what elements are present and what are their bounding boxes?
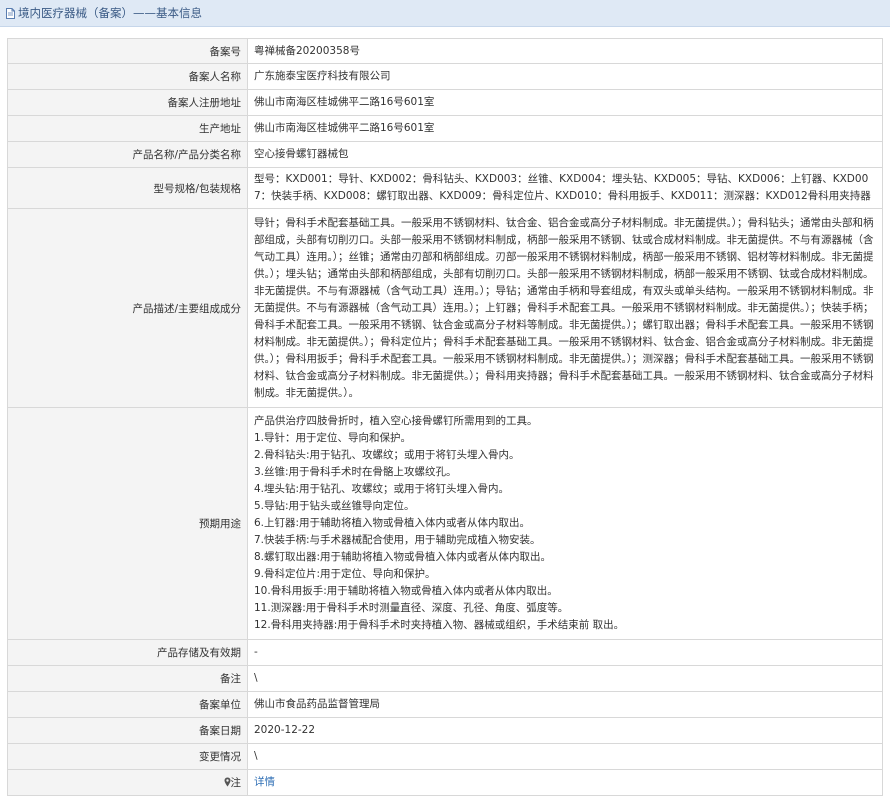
field-label: 备案人注册地址 (7, 89, 248, 116)
intended-use-line: 11.测深器:用于骨科手术时测量直径、深度、孔径、角度、弧度等。 (254, 602, 569, 614)
table-row: 备案人名称 广东施泰宝医疗科技有限公司 (7, 63, 883, 90)
field-label-note: 注 (7, 769, 248, 796)
intended-use-line: 12.骨科用夹持器:用于骨科手术时夹持植入物、器械或组织，手术结束前 取出。 (254, 619, 625, 631)
field-label: 生产地址 (7, 115, 248, 142)
table-row: 生产地址 佛山市南海区桂城佛平二路16号601室 (7, 115, 883, 142)
intended-use-line: 10.骨科用扳手:用于辅助将植入物或骨植入体内或者从体内取出。 (254, 585, 558, 597)
field-label: 型号规格/包装规格 (7, 167, 248, 209)
table-row: 备案单位 佛山市食品药品监督管理局 (7, 691, 883, 718)
intended-use-line: 4.埋头钻:用于钻孔、攻螺纹；或用于将钉头埋入骨内。 (254, 483, 510, 495)
field-value: 空心接骨螺钉器械包 (247, 141, 883, 168)
field-value: 导针；骨科手术配套基础工具。一般采用不锈钢材料、钛合金、铝合金或高分子材料制成。… (247, 208, 883, 408)
table-row: 型号规格/包装规格 型号：KXD001：导针、KXD002：骨科钻头、KXD00… (7, 167, 883, 209)
pin-icon (224, 777, 230, 787)
field-value: - (247, 639, 883, 666)
table-row: 注 详情 (7, 769, 883, 796)
field-label: 产品名称/产品分类名称 (7, 141, 248, 168)
field-value: 型号：KXD001：导针、KXD002：骨科钻头、KXD003：丝锥、KXD00… (247, 167, 883, 209)
intended-use-line: 2.骨科钻头:用于钻孔、攻螺纹；或用于将钉头埋入骨内。 (254, 449, 520, 461)
field-label: 备案单位 (7, 691, 248, 718)
intended-use-line: 5.导钻:用于钻头或丝锥导向定位。 (254, 500, 415, 512)
table-row: 产品名称/产品分类名称 空心接骨螺钉器械包 (7, 141, 883, 168)
intended-use-line: 1.导针：用于定位、导向和保护。 (254, 432, 412, 444)
field-label: 备案人名称 (7, 63, 248, 90)
field-value: 粤禅械备20200358号 (247, 38, 883, 64)
details-link[interactable]: 详情 (254, 776, 275, 788)
table-row: 预期用途 产品供治疗四肢骨折时，植入空心接骨螺钉所需用到的工具。 1.导针：用于… (7, 407, 883, 640)
field-label: 备案日期 (7, 717, 248, 744)
field-value: 广东施泰宝医疗科技有限公司 (247, 63, 883, 90)
document-icon (6, 7, 15, 19)
page-header: 境内医疗器械（备案）——基本信息 (0, 0, 890, 27)
field-label: 变更情况 (7, 743, 248, 770)
field-value: \ (247, 743, 883, 770)
field-label: 产品描述/主要组成成分 (7, 208, 248, 408)
table-row: 备案日期 2020-12-22 (7, 717, 883, 744)
intended-use-line: 6.上钉器:用于辅助将植入物或骨植入体内或者从体内取出。 (254, 517, 531, 529)
page-title: 境内医疗器械（备案）——基本信息 (18, 6, 202, 20)
intended-use-line: 8.螺钉取出器:用于辅助将植入物或骨植入体内或者从体内取出。 (254, 551, 552, 563)
intended-use-line: 9.骨科定位片:用于定位、导向和保护。 (254, 568, 436, 580)
table-row: 备注 \ (7, 665, 883, 692)
field-label: 产品存储及有效期 (7, 639, 248, 666)
table-row: 备案号 粤禅械备20200358号 (7, 38, 883, 64)
table-row: 变更情况 \ (7, 743, 883, 770)
field-value: 佛山市南海区桂城佛平二路16号601室 (247, 89, 883, 116)
field-label: 预期用途 (7, 407, 248, 640)
record-table: 备案号 粤禅械备20200358号 备案人名称 广东施泰宝医疗科技有限公司 备案… (7, 38, 883, 796)
field-value: 详情 (247, 769, 883, 796)
field-value: \ (247, 665, 883, 692)
intended-use-line: 3.丝锥:用于骨科手术时在骨骼上攻螺纹孔。 (254, 466, 457, 478)
intended-use-line: 7.快装手柄:与手术器械配合使用，用于辅助完成植入物安装。 (254, 534, 541, 546)
note-label: 注 (230, 777, 242, 789)
table-row: 备案人注册地址 佛山市南海区桂城佛平二路16号601室 (7, 89, 883, 116)
intended-use-value: 产品供治疗四肢骨折时，植入空心接骨螺钉所需用到的工具。 1.导针：用于定位、导向… (247, 407, 883, 640)
intended-use-line: 产品供治疗四肢骨折时，植入空心接骨螺钉所需用到的工具。 (254, 415, 538, 427)
table-row: 产品描述/主要组成成分 导针；骨科手术配套基础工具。一般采用不锈钢材料、钛合金、… (7, 208, 883, 408)
field-value: 佛山市食品药品监督管理局 (247, 691, 883, 718)
field-value: 2020-12-22 (247, 717, 883, 744)
field-value: 佛山市南海区桂城佛平二路16号601室 (247, 115, 883, 142)
field-label: 备案号 (7, 38, 248, 64)
field-label: 备注 (7, 665, 248, 692)
table-row: 产品存储及有效期 - (7, 639, 883, 666)
